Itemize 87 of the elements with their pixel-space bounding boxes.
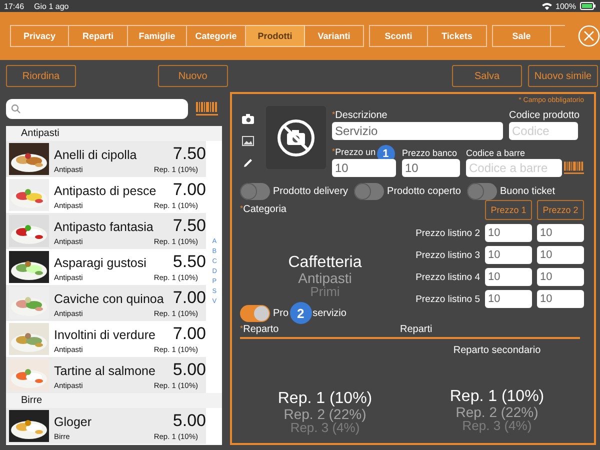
product-name: Involtini di verdure bbox=[54, 328, 156, 342]
close-icon[interactable] bbox=[578, 25, 600, 47]
reorder-button[interactable]: Riordina bbox=[6, 65, 76, 87]
barcode-icon[interactable] bbox=[564, 161, 584, 175]
product-name: Antipasto di pesce bbox=[54, 184, 156, 198]
tab[interactable]: Tickets bbox=[428, 25, 487, 47]
step-badge: 2 bbox=[290, 302, 312, 324]
department-label: *Reparto bbox=[240, 324, 280, 335]
product-price: 5.00 bbox=[172, 411, 206, 431]
product-name: Anelli di cipolla bbox=[54, 148, 137, 162]
tab[interactable]: Prodotti bbox=[246, 25, 305, 47]
price-list-field[interactable]: 10 bbox=[537, 290, 584, 308]
price-column-button[interactable]: Prezzo 1 bbox=[485, 200, 532, 220]
product-price: 5.00 bbox=[172, 360, 206, 380]
pencil-icon[interactable] bbox=[243, 158, 253, 168]
category-option[interactable]: Antipasti bbox=[298, 271, 352, 285]
price-list-label: Prezzo listino 5 bbox=[416, 294, 480, 304]
product-name: Gloger bbox=[54, 415, 92, 429]
price-column-button[interactable]: Prezzo 2 bbox=[537, 200, 584, 220]
section-header: Birre bbox=[6, 393, 222, 408]
price-list-label: Prezzo listino 4 bbox=[416, 272, 480, 282]
no-camera-icon bbox=[276, 118, 316, 158]
toggle-label: Pro bbox=[273, 308, 289, 318]
tab[interactable]: Privacy bbox=[10, 25, 69, 47]
counter-price-label: Prezzo banco bbox=[402, 148, 458, 158]
secondary-department-option[interactable]: Rep. 1 (10%) bbox=[450, 389, 544, 405]
toggle-switch[interactable] bbox=[466, 183, 497, 200]
price-list-field[interactable]: 10 bbox=[485, 246, 532, 264]
description-label: *Descrizione bbox=[332, 110, 388, 121]
tab[interactable]: Famiglie bbox=[128, 25, 187, 47]
product-price: 7.00 bbox=[172, 288, 206, 308]
code-label: Codice prodotto bbox=[509, 110, 578, 121]
toggle-label: servizio bbox=[312, 308, 346, 318]
toggle-switch[interactable] bbox=[354, 183, 384, 200]
price-list-field[interactable]: 10 bbox=[485, 268, 532, 286]
new-button[interactable]: Nuovo bbox=[158, 65, 228, 87]
toggle-switch[interactable] bbox=[240, 183, 270, 200]
product-name: Tartine al salmone bbox=[54, 364, 156, 378]
price-list-field[interactable]: 10 bbox=[485, 290, 532, 308]
image-icon[interactable] bbox=[242, 136, 254, 146]
product-name: Caviche con quinoa bbox=[54, 292, 164, 306]
tab[interactable]: Reparti bbox=[69, 25, 128, 47]
departments-header: Reparti bbox=[400, 324, 432, 335]
product-price: 7.00 bbox=[172, 180, 206, 200]
toggle-switch[interactable] bbox=[240, 304, 270, 322]
battery-icon bbox=[580, 2, 596, 10]
product-name: Antipasto fantasia bbox=[54, 220, 154, 234]
battery-level: 100% bbox=[556, 2, 576, 10]
tab[interactable]: Sale bbox=[492, 25, 551, 47]
price-list-label: Prezzo listino 3 bbox=[416, 250, 480, 260]
product-price: 5.50 bbox=[172, 252, 206, 272]
search-field[interactable] bbox=[6, 99, 188, 119]
description-field[interactable]: Servizio bbox=[332, 122, 503, 140]
secondary-department-option[interactable]: Rep. 2 (22%) bbox=[456, 405, 538, 419]
product-price: 7.50 bbox=[172, 216, 206, 236]
wifi-icon bbox=[542, 2, 552, 10]
toggle-label: Prodotto delivery bbox=[273, 186, 348, 197]
unit-price-field[interactable]: 10 bbox=[332, 159, 396, 177]
search-icon bbox=[11, 104, 21, 114]
price-list-label: Prezzo listino 2 bbox=[416, 228, 480, 238]
product-price: 7.50 bbox=[172, 144, 206, 164]
price-list-field[interactable]: 10 bbox=[537, 224, 584, 242]
product-price: 7.00 bbox=[172, 324, 206, 344]
category-option[interactable]: Caffetteria bbox=[288, 255, 362, 271]
product-name: Asparagi gustosi bbox=[54, 256, 146, 270]
image-placeholder[interactable] bbox=[266, 106, 326, 169]
status-time: 17:46 bbox=[4, 2, 24, 10]
counter-price-field[interactable]: 10 bbox=[402, 159, 460, 177]
secondary-department-label: Reparto secondario bbox=[453, 345, 541, 356]
tab[interactable]: Sconti bbox=[369, 25, 428, 47]
toggle-label: Buono ticket bbox=[500, 186, 556, 197]
department-option[interactable]: Rep. 1 (10%) bbox=[278, 391, 372, 407]
price-list-field[interactable]: 10 bbox=[485, 224, 532, 242]
camera-icon[interactable] bbox=[242, 114, 254, 124]
department-option[interactable]: Rep. 2 (22%) bbox=[284, 407, 366, 421]
price-list-field[interactable]: 10 bbox=[537, 246, 584, 264]
section-header: Antipasti bbox=[6, 126, 222, 141]
status-date: Gio 1 ago bbox=[34, 2, 69, 10]
unit-price-label: *Prezzo un bbox=[332, 147, 376, 157]
toolbar-button[interactable]: Nuovo simile bbox=[528, 65, 598, 87]
barcode-label: Codice a barre bbox=[466, 148, 526, 158]
tab[interactable]: Varianti bbox=[305, 25, 364, 47]
toggle-label: Prodotto coperto bbox=[387, 186, 461, 197]
barcode-icon[interactable] bbox=[196, 102, 218, 116]
toolbar-button[interactable]: Salva bbox=[452, 65, 522, 87]
price-list-field[interactable]: 10 bbox=[537, 268, 584, 286]
category-label: *Categoria bbox=[240, 204, 288, 215]
